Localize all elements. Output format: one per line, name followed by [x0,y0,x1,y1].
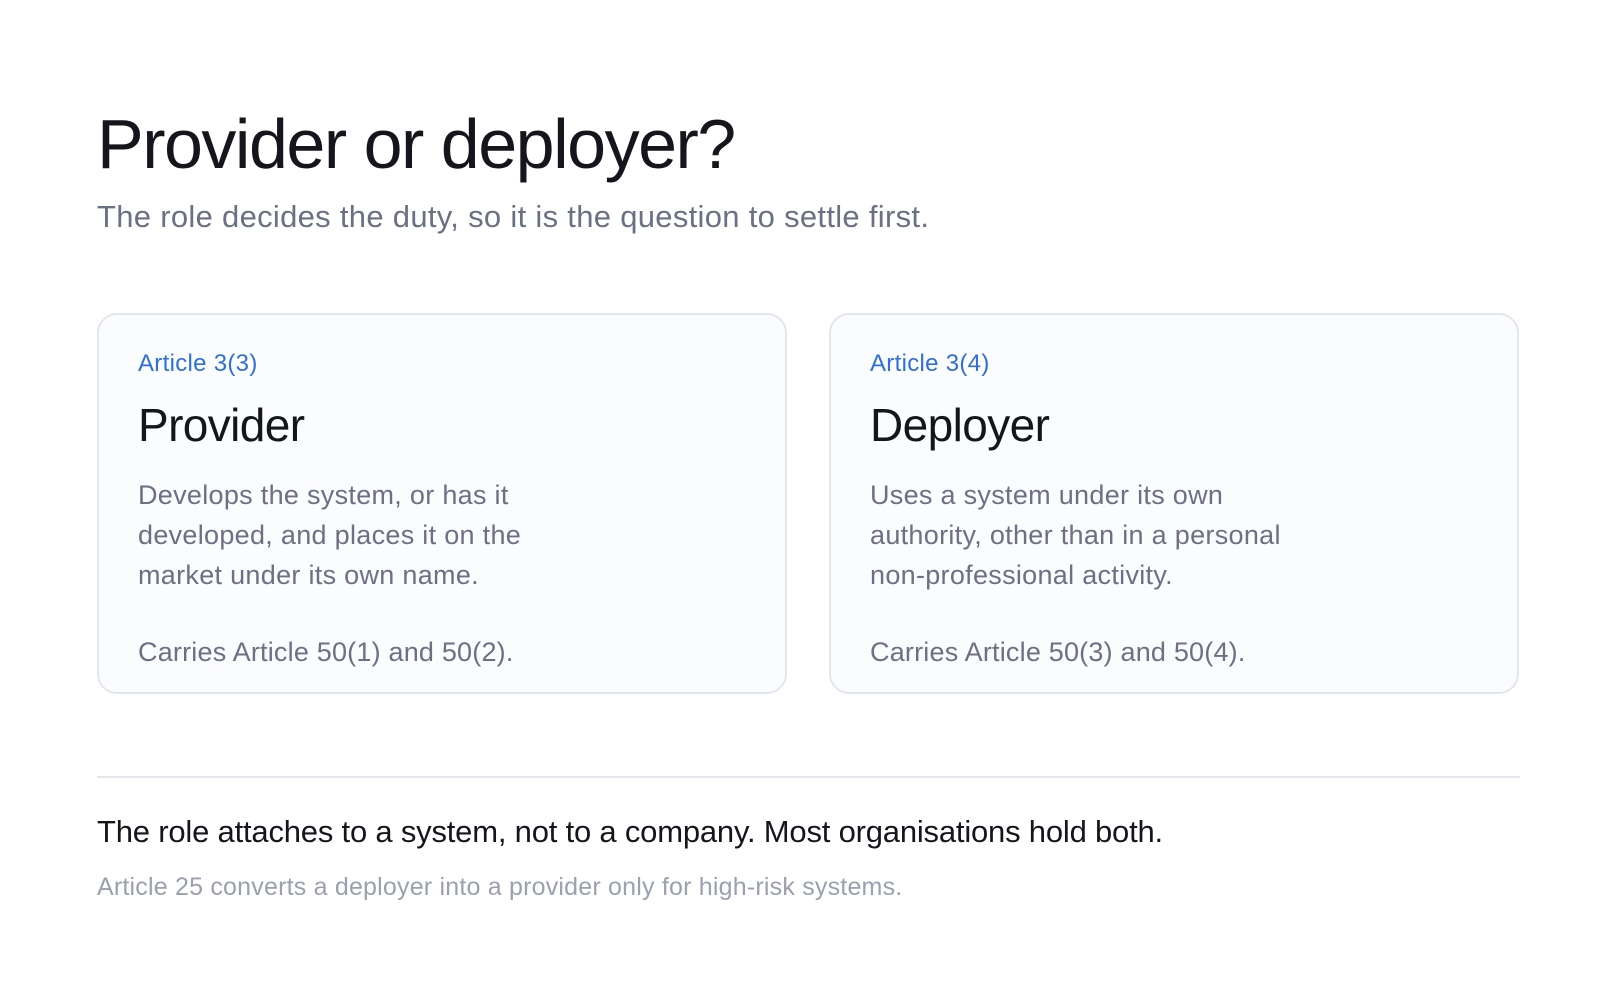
footnote: Article 25 converts a deployer into a pr… [97,873,903,901]
key-statement: The role attaches to a system, not to a … [97,814,1163,849]
page-subtitle: The role decides the duty, so it is the … [97,199,930,234]
slide: Provider or deployer? The role decides t… [97,0,1520,1000]
divider [97,776,1520,778]
provider-article-label: Article 3(3) [138,350,258,377]
deployer-role-title: Deployer [870,399,1050,451]
page-title: Provider or deployer? [97,105,736,183]
deployer-card: Article 3(4) Deployer Uses a system unde… [829,313,1519,694]
deployer-article-label: Article 3(4) [870,350,990,377]
role-cards: Article 3(3) Provider Develops the syste… [97,313,1520,697]
deployer-obligations: Carries Article 50(3) and 50(4). [870,637,1246,667]
deployer-description: Uses a system under its own authority, o… [870,480,1281,590]
provider-obligations: Carries Article 50(1) and 50(2). [138,637,514,667]
provider-description: Develops the system, or has it developed… [138,480,522,590]
provider-card: Article 3(3) Provider Develops the syste… [97,313,787,694]
provider-role-title: Provider [138,399,305,451]
